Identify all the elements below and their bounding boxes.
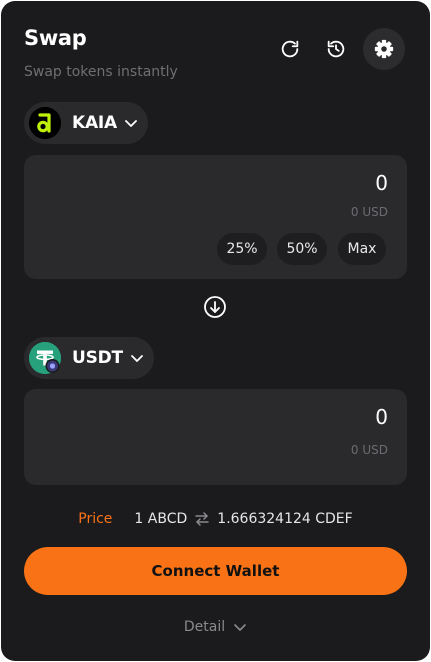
from-amount-panel: 0 USD 25% 50% Max: [24, 155, 407, 279]
connect-wallet-button[interactable]: Connect Wallet: [24, 547, 407, 595]
to-token-selector[interactable]: USDT: [24, 337, 154, 379]
to-amount-panel: 0 USD: [24, 389, 407, 485]
from-usd-value: 0 USD: [350, 205, 388, 219]
chevron-down-icon: [124, 116, 138, 130]
arrow-down-circle-icon: [204, 296, 226, 318]
price-row: Price 1 ABCD 1.666324124 CDEF: [1, 509, 430, 529]
chevron-down-icon: [233, 620, 247, 634]
kaia-token-icon: [29, 107, 61, 139]
to-usd-value: 0 USD: [350, 443, 388, 457]
page-title: Swap: [24, 26, 87, 50]
settings-button[interactable]: [363, 28, 405, 70]
refresh-icon: [281, 40, 299, 58]
from-token-selector[interactable]: KAIA: [24, 102, 148, 144]
percent-25-button[interactable]: 25%: [217, 233, 267, 265]
history-button[interactable]: [315, 28, 357, 70]
to-token-name: USDT: [72, 348, 123, 368]
percent-50-button[interactable]: 50%: [277, 233, 327, 265]
history-icon: [327, 40, 345, 58]
max-button[interactable]: Max: [338, 233, 386, 265]
price-to-value: 1.666324124 CDEF: [217, 511, 353, 527]
from-amount-input[interactable]: [188, 171, 388, 195]
usdt-token-icon: [29, 342, 61, 374]
detail-toggle[interactable]: Detail: [1, 617, 430, 637]
swap-arrows-icon[interactable]: [194, 512, 210, 526]
from-token-name: KAIA: [72, 113, 118, 133]
price-label: Price: [78, 511, 113, 527]
page-subtitle: Swap tokens instantly: [24, 64, 178, 80]
detail-label: Detail: [183, 619, 226, 635]
refresh-button[interactable]: [269, 28, 311, 70]
price-from-value: 1 ABCD: [134, 511, 188, 527]
swap-card: Swap Swap tokens instantly KAIA 0 0 USD …: [1, 1, 430, 661]
gear-icon: [374, 39, 394, 59]
swap-direction-button[interactable]: [203, 295, 227, 319]
to-amount-input[interactable]: [188, 405, 388, 429]
chevron-down-icon: [130, 351, 144, 365]
